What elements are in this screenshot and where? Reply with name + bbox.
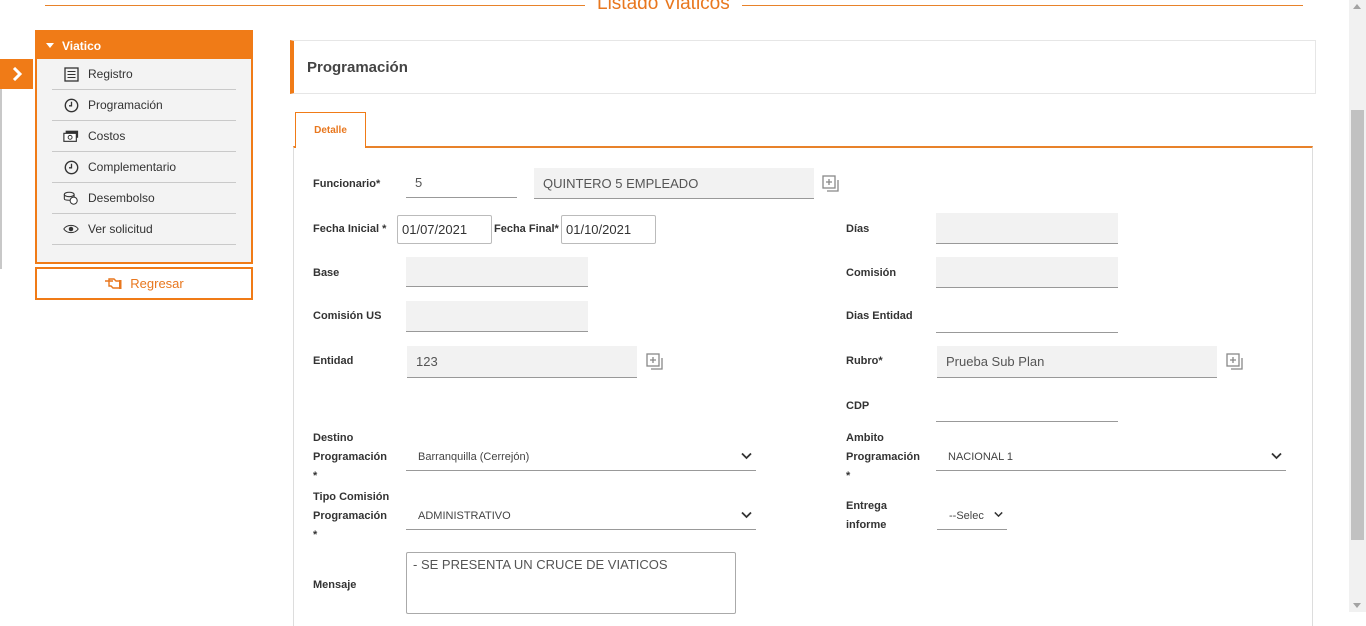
comision-us-label: Comisión US xyxy=(313,310,382,322)
entrega-informe-label: Entrega xyxy=(846,500,887,512)
fecha-final-label: Fecha Final* xyxy=(494,223,559,235)
lookup-add-icon[interactable] xyxy=(822,175,840,193)
sidebar-item-registro[interactable]: Registro xyxy=(52,59,236,90)
clock-icon xyxy=(63,159,79,175)
ambito-required-mark: * xyxy=(846,470,851,482)
mensaje-textarea[interactable]: - SE PRESENTA UN CRUCE DE VIATICOS xyxy=(406,552,736,614)
fecha-final-input[interactable]: 01/10/2021 xyxy=(561,215,656,244)
ambito-label-2: Programación xyxy=(846,451,920,463)
ambito-select-value: NACIONAL 1 xyxy=(948,450,1014,463)
lookup-add-icon[interactable] xyxy=(646,353,664,371)
tipo-comision-required-mark: * xyxy=(313,529,318,541)
tipo-comision-label-2: Programación xyxy=(313,510,387,522)
tipo-comision-select-value: ADMINISTRATIVO xyxy=(418,509,511,522)
entidad-label: Entidad xyxy=(313,355,354,367)
sidebar-item-ver-solicitud[interactable]: Ver solicitud xyxy=(52,214,236,245)
sidebar-menu: Viatico Registro Programación Costos Com… xyxy=(35,30,253,264)
sidebar-item-label: Programación xyxy=(88,98,163,112)
destino-label-2: Programación xyxy=(313,451,387,463)
sidebar-item-costos[interactable]: Costos xyxy=(52,121,236,152)
page-title: Listado Viaticos xyxy=(585,0,742,16)
sidebar-edge xyxy=(0,89,2,269)
caret-down-icon xyxy=(46,43,54,48)
scrollbar-thumb[interactable] xyxy=(1351,110,1364,540)
money-icon xyxy=(63,128,79,144)
comision-us-field xyxy=(406,301,588,332)
tab-label: Detalle xyxy=(314,125,347,136)
dias-field xyxy=(936,213,1118,244)
destino-label: Destino xyxy=(313,432,354,444)
funcionario-name-field: QUINTERO 5 EMPLEADO xyxy=(534,168,814,199)
dias-entidad-label: Dias Entidad xyxy=(846,310,913,322)
clock-icon xyxy=(63,97,79,113)
tab-detalle[interactable]: Detalle xyxy=(295,112,366,148)
entrega-informe-label-2: informe xyxy=(846,519,887,531)
list-icon xyxy=(63,66,79,82)
section-header: Programación xyxy=(290,40,1316,94)
chevron-down-icon xyxy=(741,511,752,519)
scroll-up-arrow[interactable] xyxy=(1353,4,1361,9)
sidebar-item-label: Desembolso xyxy=(88,191,155,205)
back-button[interactable]: Regresar xyxy=(35,267,253,300)
base-label: Base xyxy=(313,267,340,279)
chevron-right-icon xyxy=(12,67,22,81)
funcionario-label: Funcionario* xyxy=(313,178,381,190)
sidebar-item-label: Complementario xyxy=(88,160,177,174)
sidebar-item-desembolso[interactable]: Desembolso xyxy=(52,183,236,214)
chevron-down-icon xyxy=(994,511,1003,518)
destino-required-mark: * xyxy=(313,470,318,482)
comision-label: Comisión xyxy=(846,267,897,279)
section-title: Programación xyxy=(307,58,408,76)
hand-pointing-left-icon xyxy=(105,278,122,289)
chevron-down-icon xyxy=(741,452,752,460)
entidad-field: 123 xyxy=(407,346,637,378)
destino-select[interactable]: Barranquilla (Cerrejón) xyxy=(406,443,756,471)
sidebar-item-label: Ver solicitud xyxy=(88,222,153,236)
fecha-inicial-label: Fecha Inicial * xyxy=(313,223,387,235)
scroll-down-arrow[interactable] xyxy=(1353,603,1361,608)
eye-icon xyxy=(63,221,79,237)
back-button-label: Regresar xyxy=(130,276,184,291)
ambito-label: Ambito xyxy=(846,432,884,444)
entrega-informe-select[interactable]: --Selec xyxy=(937,502,1007,530)
comision-field xyxy=(936,257,1118,288)
entrega-informe-select-value: --Selec xyxy=(949,509,984,522)
rubro-field: Prueba Sub Plan xyxy=(937,346,1217,378)
menu-header[interactable]: Viatico xyxy=(37,32,251,59)
sidebar-item-complementario[interactable]: Complementario xyxy=(52,152,236,183)
destino-select-value: Barranquilla (Cerrejón) xyxy=(418,450,530,463)
sidebar-toggle-button[interactable] xyxy=(0,59,33,89)
ambito-select[interactable]: NACIONAL 1 xyxy=(936,443,1286,471)
dias-entidad-field[interactable] xyxy=(936,302,1118,333)
fecha-inicial-input[interactable]: 01/07/2021 xyxy=(397,215,492,244)
sidebar-item-label: Costos xyxy=(88,129,126,143)
tipo-comision-label: Tipo Comisión xyxy=(313,491,390,503)
chevron-down-icon xyxy=(1271,452,1282,460)
sidebar-item-programacion[interactable]: Programación xyxy=(52,90,236,121)
lookup-add-icon[interactable] xyxy=(1226,353,1244,371)
menu-header-label: Viatico xyxy=(62,38,102,53)
cdp-label: CDP xyxy=(846,400,870,412)
tipo-comision-select[interactable]: ADMINISTRATIVO xyxy=(406,502,756,530)
funcionario-id-field[interactable]: 5 xyxy=(406,167,517,198)
dias-label: Días xyxy=(846,223,870,235)
mensaje-label: Mensaje xyxy=(313,579,357,591)
sidebar-item-label: Registro xyxy=(88,67,133,81)
base-field xyxy=(406,257,588,287)
rubro-label: Rubro* xyxy=(846,355,883,367)
cdp-field[interactable] xyxy=(936,391,1118,422)
coins-icon xyxy=(63,190,79,206)
